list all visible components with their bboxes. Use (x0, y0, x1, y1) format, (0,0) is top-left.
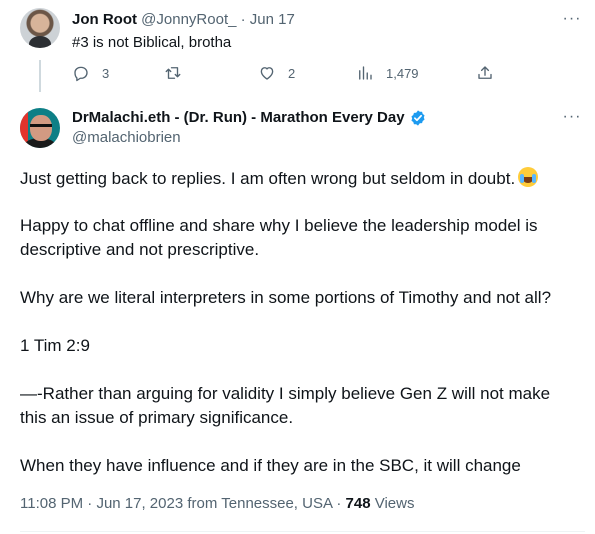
tweet-meta: 11:08 PM · Jun 17, 2023 from Tennessee, … (20, 494, 414, 514)
tweet-text: Just getting back to replies. I am often… (20, 169, 516, 188)
verified-badge-icon[interactable] (409, 109, 427, 127)
separator: · (240, 11, 246, 28)
separator: · (336, 495, 342, 512)
like-button[interactable]: 2 (258, 64, 295, 82)
avatar-glasses (30, 124, 52, 129)
tears-of-joy-emoji (518, 167, 539, 187)
author-name[interactable]: Jon Root (72, 11, 137, 28)
tweet-text: Why are we literal interpreters in some … (20, 288, 552, 307)
tweet-text: —-Rather than arguing for validity I sim… (20, 384, 551, 403)
tweet-time[interactable]: 11:08 PM (20, 495, 83, 512)
separator: · (87, 495, 93, 512)
thread-connector (39, 60, 41, 92)
tweet-text: 1 Tim 2:9 (20, 336, 90, 355)
reply-header: Jon Root @JonnyRoot_ · Jun 17 (72, 11, 295, 29)
reply-count: 3 (102, 65, 110, 81)
author-name[interactable]: DrMalachi.eth - (Dr. Run) - Marathon Eve… (72, 109, 405, 127)
like-icon (260, 67, 274, 80)
views-label: Views (374, 495, 415, 512)
views-count: 1,479 (386, 65, 419, 81)
like-count: 2 (288, 65, 296, 81)
author-handle[interactable]: @malachiobrien (72, 129, 181, 147)
reply-text: #3 is not Biblical, brotha (72, 34, 232, 51)
avatar[interactable] (20, 8, 60, 48)
tweet-location: from Tennessee, USA (187, 495, 333, 512)
views-icon (359, 66, 372, 80)
retweet-icon (165, 67, 181, 79)
action-bar: 3 2 1,479 (72, 64, 502, 84)
tweet-text: Happy to chat offline and share why I be… (20, 216, 538, 235)
share-icon (478, 66, 492, 79)
tweet-text: When they have influence and if they are… (20, 456, 521, 475)
share-button[interactable] (476, 64, 494, 82)
reply-button[interactable]: 3 (72, 64, 109, 82)
tweet-text-line: Just getting back to replies. I am often… (20, 167, 539, 191)
reply-tweet[interactable]: Jon Root @JonnyRoot_ · Jun 17 ··· #3 is … (0, 0, 595, 96)
tweet-text: this an issue of primary significance. (20, 408, 294, 427)
views-button[interactable]: 1,479 (356, 64, 419, 82)
more-icon[interactable]: ··· (562, 11, 582, 32)
author-name-row[interactable]: DrMalachi.eth - (Dr. Run) - Marathon Eve… (72, 109, 427, 127)
more-icon[interactable]: ··· (562, 109, 582, 130)
tweet-text: descriptive and not prescriptive. (20, 240, 260, 259)
divider (20, 531, 585, 532)
avatar[interactable] (20, 108, 60, 148)
views-count[interactable]: 748 (346, 495, 371, 512)
author-handle[interactable]: @JonnyRoot_ (141, 11, 236, 28)
tweet-date[interactable]: Jun 17, 2023 (96, 495, 183, 512)
reply-icon (74, 66, 88, 82)
retweet-button[interactable] (164, 64, 194, 82)
tweet-date[interactable]: Jun 17 (250, 11, 295, 28)
